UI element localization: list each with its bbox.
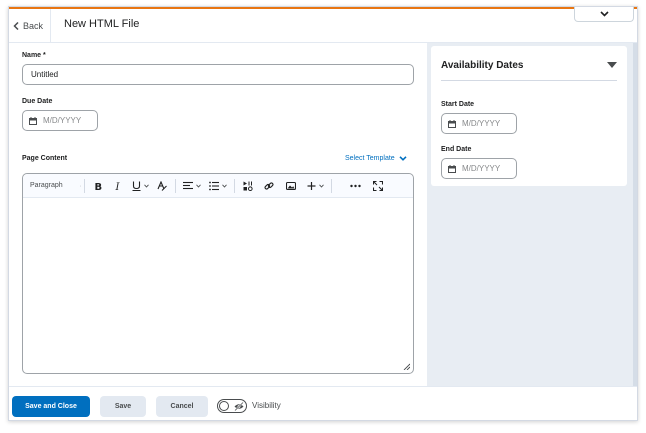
underline-icon [132, 181, 140, 191]
calendar-icon [448, 119, 456, 128]
start-date-input[interactable]: M/D/YYYY [441, 113, 517, 134]
sidebar-scroll-strip [633, 43, 637, 386]
toolbar-divider [234, 178, 235, 193]
chevron-down-icon [143, 183, 149, 188]
availability-title: Availability Dates [441, 60, 524, 71]
chevron-down-icon [599, 10, 609, 17]
back-button[interactable]: Back [9, 9, 51, 42]
strikethrough-icon [157, 180, 167, 191]
name-input-value: Untitled [31, 70, 59, 79]
visibility-toggle[interactable] [217, 399, 247, 413]
name-label: Name * [22, 52, 46, 59]
svg-text:I: I [115, 182, 121, 191]
chevron-down-icon [399, 156, 407, 161]
select-template-button[interactable]: Select Template [345, 155, 407, 162]
insert-media-button[interactable] [238, 177, 258, 195]
footer-bar: Save and Close Save Cancel Visibility [9, 386, 637, 420]
caret-down-icon[interactable] [607, 62, 617, 68]
end-date-label: End Date [441, 146, 472, 153]
resize-handle-icon[interactable] [403, 363, 410, 370]
header-bar: Back New HTML File [9, 7, 637, 43]
main-form: Name * Untitled Due Date M/D/YYYY Page C… [9, 43, 427, 386]
due-date-input[interactable]: M/D/YYYY [22, 110, 98, 131]
fullscreen-button[interactable] [367, 177, 389, 195]
toolbar-divider [331, 178, 332, 193]
align-button[interactable] [179, 177, 205, 195]
bold-icon: B [95, 182, 103, 191]
back-label: Back [23, 20, 44, 31]
media-icon [243, 181, 253, 191]
toolbar-divider [84, 178, 85, 193]
editor-toolbar: Paragraph B I [23, 174, 413, 198]
name-input[interactable]: Untitled [22, 64, 414, 85]
calendar-icon [29, 116, 37, 125]
chevron-left-icon [13, 21, 19, 30]
editor-window: Back New HTML File Name * Untitled Due D… [8, 6, 638, 421]
insert-icon [307, 181, 315, 190]
html-editor[interactable]: Paragraph B I [22, 173, 414, 374]
insert-link-button[interactable] [258, 177, 280, 195]
italic-icon: I [115, 182, 121, 191]
cancel-button[interactable]: Cancel [156, 396, 208, 417]
more-icon [349, 184, 361, 187]
visibility-label: Visibility [252, 401, 281, 410]
list-button[interactable] [205, 177, 231, 195]
fullscreen-icon [373, 180, 383, 191]
insert-image-button[interactable] [280, 177, 302, 195]
page-content-label: Page Content [22, 155, 68, 162]
due-date-placeholder: M/D/YYYY [43, 116, 82, 125]
availability-card: Availability Dates Start Date M/D/YYYY E… [431, 46, 627, 186]
eye-off-icon [234, 402, 244, 411]
end-date-input[interactable]: M/D/YYYY [441, 158, 517, 179]
start-date-label: Start Date [441, 101, 475, 108]
chevron-down-icon [196, 183, 201, 188]
calendar-icon [448, 164, 456, 173]
italic-button[interactable]: I [108, 177, 128, 195]
chevron-down-icon [222, 183, 227, 188]
bold-button[interactable]: B [88, 177, 108, 195]
toggle-knob [219, 401, 229, 411]
underline-button[interactable] [128, 177, 152, 195]
chevron-down-icon [79, 185, 81, 186]
chevron-down-icon [318, 183, 324, 188]
end-date-placeholder: M/D/YYYY [462, 164, 501, 173]
more-button[interactable] [343, 177, 367, 195]
divider [441, 80, 617, 81]
link-icon [264, 181, 274, 190]
availability-sidebar: Availability Dates Start Date M/D/YYYY E… [427, 43, 637, 386]
select-template-label: Select Template [345, 155, 395, 162]
save-button[interactable]: Save [100, 396, 146, 417]
save-and-close-button[interactable]: Save and Close [12, 396, 90, 417]
block-format-value: Paragraph [30, 182, 63, 189]
insert-button[interactable] [302, 177, 328, 195]
align-icon [183, 181, 193, 189]
toolbar-divider [175, 178, 176, 193]
text-format-button[interactable] [152, 177, 172, 195]
menu-toggle-button[interactable] [574, 7, 634, 22]
list-icon [209, 181, 219, 190]
due-date-label: Due Date [22, 98, 53, 105]
block-format-select[interactable]: Paragraph [23, 177, 81, 195]
page-title: New HTML File [64, 18, 140, 30]
start-date-placeholder: M/D/YYYY [462, 119, 501, 128]
svg-text:B: B [95, 182, 103, 191]
image-icon [286, 181, 296, 190]
